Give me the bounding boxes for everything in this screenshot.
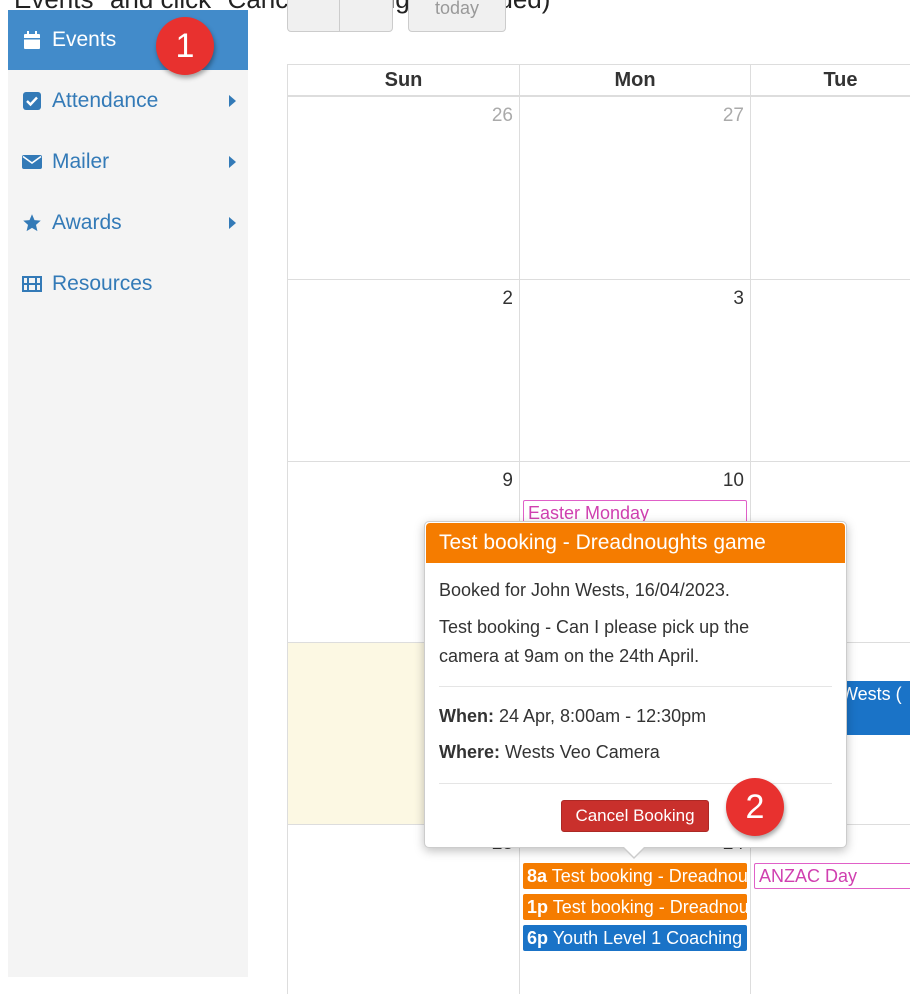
step-badge-1: 1 [156, 17, 214, 75]
sidebar-item-resources[interactable]: Resources [8, 254, 248, 314]
popover-title: Test booking - Dreadnoughts game [426, 523, 845, 563]
sidebar-item-mailer[interactable]: Mailer [8, 132, 248, 192]
day-cell[interactable]: 23 [287, 824, 519, 994]
sidebar-item-awards[interactable]: Awards [8, 193, 248, 253]
cancel-booking-button[interactable]: Cancel Booking [561, 800, 709, 832]
popover-description-2: camera at 9am on the 24th April. [439, 646, 700, 666]
film-icon [22, 274, 42, 294]
event-title: Test booking - Dreadnoughts game [551, 866, 747, 886]
day-cell[interactable]: 2 [287, 279, 519, 461]
event-title: Test booking - Dreadnoughts game [552, 897, 747, 917]
step-badge-2: 2 [726, 778, 784, 836]
calendar-icon [22, 30, 42, 50]
sidebar-item-label: Resources [52, 272, 153, 295]
caret-right-icon [229, 95, 236, 107]
event-test-booking-1[interactable]: 8a Test booking - Dreadnoughts game [523, 863, 747, 889]
event-test-booking-2[interactable]: 1p Test booking - Dreadnoughts game [523, 894, 747, 920]
day-cell[interactable] [750, 824, 910, 994]
header-tue: Tue [750, 64, 910, 96]
caret-right-icon [229, 156, 236, 168]
event-time: 1p [527, 897, 549, 917]
star-icon [22, 213, 42, 233]
sidebar-item-label: Awards [52, 211, 122, 234]
day-number: 10 [722, 470, 744, 491]
when-label: When: [439, 706, 494, 726]
header-sun: Sun [287, 64, 519, 96]
sidebar-item-label: Events [52, 28, 117, 51]
where-label: Where: [439, 742, 501, 762]
day-cell[interactable] [750, 96, 910, 279]
envelope-icon [22, 152, 42, 172]
day-cell[interactable]: 26 [287, 96, 519, 279]
popover-booked-for: Booked for John Wests, 16/04/2023. [439, 580, 730, 600]
sidebar-item-attendance[interactable]: Attendance [8, 71, 248, 131]
checkbox-icon [22, 91, 42, 111]
today-button[interactable]: today [408, 0, 506, 32]
popover-arrow [622, 846, 646, 859]
sidebar-item-label: Mailer [52, 150, 110, 173]
event-youth-coaching[interactable]: 6p Youth Level 1 Coaching [523, 925, 747, 951]
sidebar-item-label: Attendance [52, 89, 159, 112]
day-cell[interactable]: 27 [519, 96, 750, 279]
event-popover: Test booking - Dreadnoughts game Booked … [424, 521, 847, 859]
day-cell[interactable]: 3 [519, 279, 750, 461]
event-time: 6p [527, 928, 549, 948]
day-number: 9 [502, 470, 513, 491]
prev-button[interactable] [287, 0, 341, 32]
where-value: Wests Veo Camera [505, 742, 660, 762]
header-mon: Mon [519, 64, 750, 96]
day-number: 26 [491, 105, 513, 126]
event-anzac-day[interactable]: ANZAC Day [754, 863, 910, 889]
event-time: 8a [527, 866, 548, 886]
event-title: Youth Level 1 Coaching [552, 928, 743, 948]
popover-where: Where: Wests Veo Camera [439, 738, 660, 767]
caret-right-icon [229, 217, 236, 229]
popover-divider [439, 686, 832, 687]
sidebar: Events Attendance Mailer Awards Resource… [8, 10, 248, 977]
next-button[interactable] [339, 0, 393, 32]
today-label: today [434, 0, 480, 18]
day-number: 3 [733, 288, 744, 309]
popover-when: When: 24 Apr, 8:00am - 12:30pm [439, 702, 706, 731]
day-cell[interactable] [750, 279, 910, 461]
when-value: 24 Apr, 8:00am - 12:30pm [499, 706, 707, 726]
day-number: 2 [502, 288, 513, 309]
day-number: 27 [722, 105, 744, 126]
popover-description-1: Test booking - Can I please pick up the [439, 617, 750, 637]
